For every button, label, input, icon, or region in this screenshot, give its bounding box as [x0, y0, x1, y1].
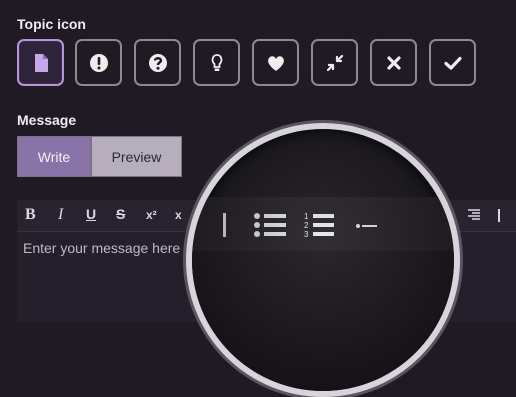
lightbulb-icon — [211, 53, 222, 71]
tab-write[interactable]: Write — [17, 136, 91, 177]
close-icon — [386, 55, 401, 70]
tab-preview[interactable]: Preview — [91, 136, 182, 177]
topic-icon-document-button[interactable] — [17, 39, 64, 86]
align-right-icon[interactable] — [467, 209, 481, 221]
topic-icon-check-button[interactable] — [429, 39, 476, 86]
superscript-button[interactable]: x² — [146, 208, 157, 222]
subscript-button[interactable]: x — [175, 208, 182, 222]
italic-button[interactable]: I — [58, 206, 63, 224]
message-placeholder: Enter your message here — [23, 240, 181, 256]
topic-icon-compress-button[interactable] — [311, 39, 358, 86]
underline-button[interactable]: U — [86, 206, 96, 222]
topic-icon-label: Topic icon — [17, 16, 86, 32]
heart-icon — [267, 55, 284, 71]
topic-icon-group — [17, 39, 516, 88]
exclamation-icon — [89, 53, 108, 72]
message-tabs: Write Preview — [17, 136, 182, 177]
topic-icon-lightbulb-button[interactable] — [193, 39, 240, 86]
topic-icon-question-button[interactable] — [134, 39, 181, 86]
question-icon — [148, 53, 167, 72]
strikethrough-button[interactable]: S — [116, 206, 125, 222]
topic-icon-heart-button[interactable] — [252, 39, 299, 86]
compress-icon — [326, 54, 343, 71]
topic-icon-close-button[interactable] — [370, 39, 417, 86]
check-icon — [443, 56, 462, 70]
toolbar-separator — [498, 209, 500, 222]
magnifier-lens: 123 — [186, 123, 460, 397]
message-label: Message — [17, 112, 77, 128]
topic-icon-exclamation-button[interactable] — [75, 39, 122, 86]
bold-button[interactable]: B — [25, 206, 36, 224]
document-icon — [34, 53, 48, 72]
